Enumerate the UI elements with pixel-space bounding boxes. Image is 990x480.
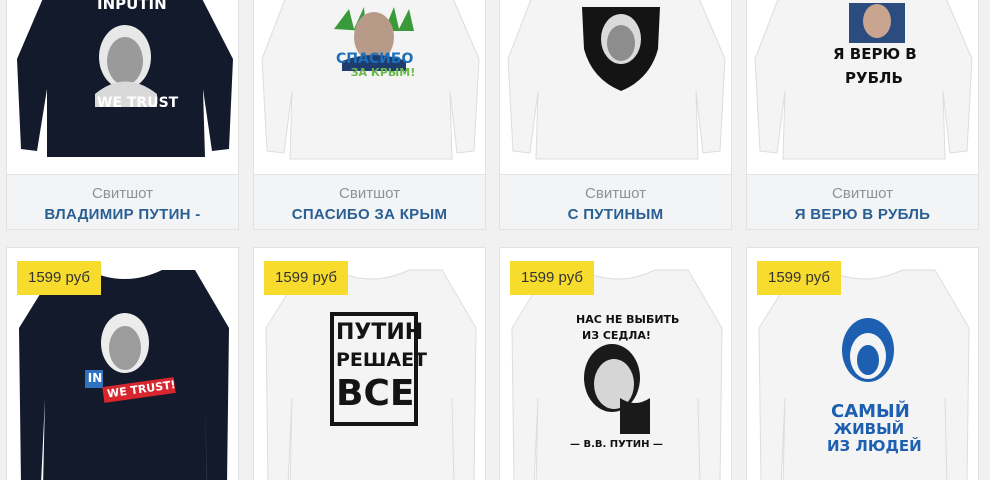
product-name[interactable]: С ПУТИНЫМ xyxy=(500,206,731,224)
print-line: ПУТИН xyxy=(336,320,424,345)
product-card[interactable]: 1599 руб ПУТИН РЕШАЕТ ВСЕ xyxy=(253,247,486,480)
product-caption: Свитшот ВЛАДИМИР ПУТИН - xyxy=(7,174,238,229)
product-image[interactable] xyxy=(500,0,731,175)
print-line: ИЗ СЕДЛА! xyxy=(582,329,651,342)
product-card[interactable]: 1599 руб IN WE TRUST! xyxy=(6,247,239,480)
price-badge: 1599 руб xyxy=(264,261,348,295)
product-image[interactable]: Я ВЕРЮ В РУБЛЬ xyxy=(747,0,978,175)
print-line: ЗА КРЫМ! xyxy=(350,66,416,79)
product-card[interactable]: Свитшот С ПУТИНЫМ xyxy=(499,0,732,230)
print-line: — В.В. ПУТИН — xyxy=(570,439,663,450)
product-type: Свитшот xyxy=(92,185,153,202)
product-image[interactable]: СПАСИБО ЗА КРЫМ! xyxy=(254,0,485,175)
product-image[interactable]: INPUTIN WE TRUST xyxy=(7,0,238,175)
print-line: WE TRUST xyxy=(97,95,179,111)
print-line: РЕШАЕТ xyxy=(336,349,428,371)
print-line: INPUTIN xyxy=(97,0,167,13)
sweatshirt-image xyxy=(17,0,233,157)
price-badge: 1599 руб xyxy=(17,261,101,295)
product-card[interactable]: СПАСИБО ЗА КРЫМ! Свитшот СПАСИБО ЗА КРЫМ xyxy=(253,0,486,230)
print-line: ВСЕ xyxy=(336,373,415,414)
sweatshirt-image xyxy=(507,0,726,160)
product-name[interactable]: СПАСИБО ЗА КРЫМ xyxy=(254,206,485,224)
print-line: СПАСИБО xyxy=(336,51,414,67)
print-line: РУБЛЬ xyxy=(845,69,903,87)
product-card[interactable]: Я ВЕРЮ В РУБЛЬ Свитшот Я ВЕРЮ В РУБЛЬ xyxy=(746,0,979,230)
print-line: Я ВЕРЮ В xyxy=(833,45,917,63)
sweatshirt-image xyxy=(754,0,973,160)
sweatshirt-image xyxy=(261,0,480,160)
print-line: САМЫЙ xyxy=(831,401,910,422)
price-badge: 1599 руб xyxy=(510,261,594,295)
product-card[interactable]: 1599 руб САМЫЙ ЖИВЫЙ ИЗ ЛЮДЕЙ xyxy=(746,247,979,480)
price-badge: 1599 руб xyxy=(757,261,841,295)
product-caption: Свитшот СПАСИБО ЗА КРЫМ xyxy=(254,174,485,229)
product-type: Свитшот xyxy=(585,185,646,202)
print-line: НАС НЕ ВЫБИТЬ xyxy=(576,313,680,326)
product-caption: Свитшот Я ВЕРЮ В РУБЛЬ xyxy=(747,174,978,229)
product-card[interactable]: INPUTIN WE TRUST Свитшот ВЛАДИМИР ПУТИН … xyxy=(6,0,239,230)
product-type: Свитшот xyxy=(832,185,893,202)
product-caption: Свитшот С ПУТИНЫМ xyxy=(500,174,731,229)
product-grid: INPUTIN WE TRUST Свитшот ВЛАДИМИР ПУТИН … xyxy=(0,0,990,480)
print-line: IN xyxy=(87,371,103,385)
print-line: ИЗ ЛЮДЕЙ xyxy=(827,437,922,455)
product-name[interactable]: ВЛАДИМИР ПУТИН - xyxy=(7,206,238,224)
product-type: Свитшот xyxy=(339,185,400,202)
product-card[interactable]: 1599 руб НАС НЕ ВЫБИТЬ ИЗ СЕДЛА! — В.В. … xyxy=(499,247,732,480)
print-line: ЖИВЫЙ xyxy=(833,420,905,438)
product-name[interactable]: Я ВЕРЮ В РУБЛЬ xyxy=(747,206,978,224)
